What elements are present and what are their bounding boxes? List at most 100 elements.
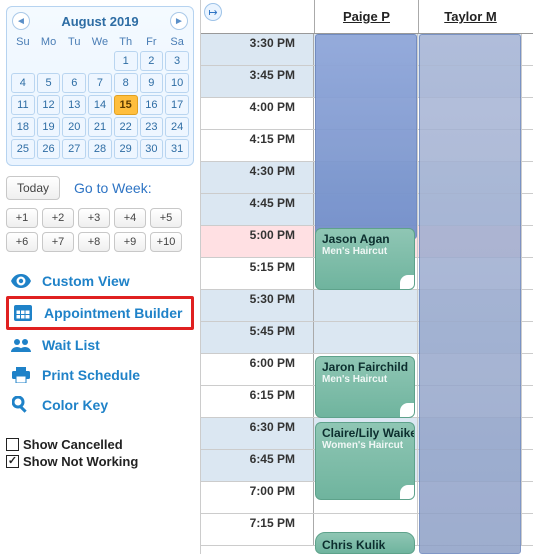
cal-day[interactable]: 13 <box>62 95 86 115</box>
week-offset-button[interactable]: +9 <box>114 232 146 252</box>
cal-day[interactable]: 9 <box>140 73 164 93</box>
time-label: 4:15 PM <box>201 130 314 161</box>
appointment[interactable]: Jason AganMen's Haircut <box>315 228 415 290</box>
nav-label: Print Schedule <box>42 367 140 383</box>
time-label: 7:15 PM <box>201 514 314 545</box>
cal-day[interactable]: 4 <box>11 73 35 93</box>
appointment-service: Women's Haircut <box>322 440 408 451</box>
cal-day[interactable]: 1 <box>114 51 138 71</box>
cal-day[interactable]: 28 <box>88 139 112 159</box>
time-label: 6:30 PM <box>201 418 314 449</box>
time-label: 6:15 PM <box>201 386 314 417</box>
cal-day[interactable]: 17 <box>165 95 189 115</box>
cal-day[interactable]: 11 <box>11 95 35 115</box>
busy-block[interactable] <box>315 34 417 239</box>
time-label: 5:15 PM <box>201 258 314 289</box>
cal-day[interactable]: 5 <box>37 73 61 93</box>
appointment-service: Men's Haircut <box>322 374 408 385</box>
time-label: 3:30 PM <box>201 34 314 65</box>
cal-dow: Su <box>10 34 36 50</box>
show-not-working-toggle[interactable]: ✓ Show Not Working <box>6 453 194 470</box>
schedule-panel: ↦ Paige P Taylor M 3:30 PM3:45 PM4:00 PM… <box>200 0 533 554</box>
nav-custom[interactable]: Custom View <box>6 266 194 296</box>
cal-dow: Tu <box>61 34 87 50</box>
week-offset-button[interactable]: +10 <box>150 232 182 252</box>
print-icon <box>10 366 32 384</box>
nav-color[interactable]: Color Key <box>6 390 194 420</box>
cal-day[interactable]: 26 <box>37 139 61 159</box>
appointment-service: Men's Haircut <box>322 246 408 257</box>
nav-label: Wait List <box>42 337 100 353</box>
appointment[interactable]: Jaron FairchildMen's Haircut <box>315 356 415 418</box>
week-offset-button[interactable]: +1 <box>6 208 38 228</box>
cal-day[interactable]: 23 <box>140 117 164 137</box>
expand-left-button[interactable]: ↦ <box>204 3 222 21</box>
schedule-cell[interactable] <box>314 290 418 321</box>
appointment[interactable]: Claire/Lily WaikelWomen's Haircut <box>315 422 415 500</box>
sidebar: ◄ August 2019 ► SuMoTuWeThFrSa 123456789… <box>0 0 200 554</box>
schedule-cell[interactable] <box>314 322 418 353</box>
cal-dow: Sa <box>164 34 190 50</box>
cal-day[interactable]: 7 <box>88 73 112 93</box>
cal-day[interactable]: 15 <box>114 95 138 115</box>
nav-label: Custom View <box>42 273 130 289</box>
nav-label: Appointment Builder <box>44 305 182 321</box>
cal-day[interactable]: 31 <box>165 139 189 159</box>
week-offset-button[interactable]: +6 <box>6 232 38 252</box>
cal-title[interactable]: August 2019 <box>36 14 164 29</box>
schedule-body[interactable]: 3:30 PM3:45 PM4:00 PM4:15 PM4:30 PM4:45 … <box>201 34 533 554</box>
show-cancelled-toggle[interactable]: Show Cancelled <box>6 436 194 453</box>
cal-day[interactable]: 19 <box>37 117 61 137</box>
cal-day[interactable]: 10 <box>165 73 189 93</box>
nav-print[interactable]: Print Schedule <box>6 360 194 390</box>
check-label: Show Not Working <box>23 454 138 469</box>
eye-icon <box>10 272 32 290</box>
week-offset-button[interactable]: +4 <box>114 208 146 228</box>
appointment-client: Jason Agan <box>322 232 408 246</box>
appointment-client: Jaron Fairchild <box>322 360 408 374</box>
cal-day[interactable]: 30 <box>140 139 164 159</box>
nav-wait[interactable]: Wait List <box>6 330 194 360</box>
cal-day[interactable]: 3 <box>165 51 189 71</box>
busy-block[interactable] <box>419 34 521 554</box>
cal-day[interactable]: 25 <box>11 139 35 159</box>
cal-next-button[interactable]: ► <box>170 12 188 30</box>
cal-day[interactable]: 24 <box>165 117 189 137</box>
cal-dow: Mo <box>36 34 62 50</box>
appointment-client: Claire/Lily Waikel <box>322 426 408 440</box>
cal-day[interactable]: 16 <box>140 95 164 115</box>
people-icon <box>10 336 32 354</box>
staff-column-header[interactable]: Paige P <box>314 0 418 33</box>
cal-day[interactable]: 27 <box>62 139 86 159</box>
cal-day[interactable]: 21 <box>88 117 112 137</box>
cal-dow: Fr <box>139 34 165 50</box>
time-label: 5:00 PM <box>201 226 314 257</box>
grid-icon <box>12 304 34 322</box>
cal-day[interactable]: 14 <box>88 95 112 115</box>
cal-day[interactable]: 29 <box>114 139 138 159</box>
time-label: 5:30 PM <box>201 290 314 321</box>
cal-day[interactable]: 18 <box>11 117 35 137</box>
week-offset-button[interactable]: +7 <box>42 232 74 252</box>
cal-day[interactable]: 6 <box>62 73 86 93</box>
cal-dow: Th <box>113 34 139 50</box>
cal-grid: SuMoTuWeThFrSa 1234567891011121314151617… <box>10 34 190 160</box>
today-button[interactable]: Today <box>6 176 60 200</box>
cal-day[interactable]: 22 <box>114 117 138 137</box>
appointment[interactable]: Chris Kulik <box>315 532 415 554</box>
cal-day[interactable]: 2 <box>140 51 164 71</box>
mini-calendar: ◄ August 2019 ► SuMoTuWeThFrSa 123456789… <box>6 6 194 166</box>
week-offset-button[interactable]: +3 <box>78 208 110 228</box>
cal-dow: We <box>87 34 113 50</box>
cal-prev-button[interactable]: ◄ <box>12 12 30 30</box>
cal-day[interactable]: 20 <box>62 117 86 137</box>
nav-list: Custom View Appointment Builder Wait List P… <box>6 266 194 420</box>
time-label: 7:00 PM <box>201 482 314 513</box>
week-offset-button[interactable]: +8 <box>78 232 110 252</box>
week-offset-button[interactable]: +2 <box>42 208 74 228</box>
staff-column-header[interactable]: Taylor M <box>418 0 522 33</box>
nav-builder[interactable]: Appointment Builder <box>6 296 194 330</box>
week-offset-button[interactable]: +5 <box>150 208 182 228</box>
cal-day[interactable]: 8 <box>114 73 138 93</box>
cal-day[interactable]: 12 <box>37 95 61 115</box>
